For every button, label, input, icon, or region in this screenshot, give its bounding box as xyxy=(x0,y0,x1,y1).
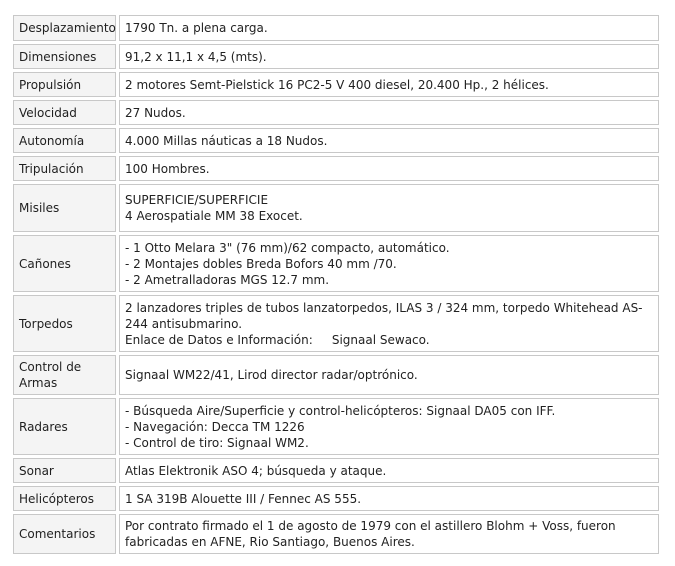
row-label: Cañones xyxy=(13,235,116,292)
table-row: Misiles SUPERFICIE/SUPERFICIE 4 Aerospat… xyxy=(13,184,659,232)
value-line: 27 Nudos. xyxy=(125,105,186,120)
value-line: Por contrato firmado el 1 de agosto de 1… xyxy=(125,519,620,549)
row-label: Radares xyxy=(13,398,116,455)
row-value: - Búsqueda Aire/Superficie y control-hel… xyxy=(119,398,659,455)
row-value: 4.000 Millas náuticas a 18 Nudos. xyxy=(119,128,659,153)
table-row: Desplazamiento 1790 Tn. a plena carga. xyxy=(13,15,659,41)
row-value: 2 motores Semt-Pielstick 16 PC2-5 V 400 … xyxy=(119,72,659,97)
row-label: Comentarios xyxy=(13,514,116,554)
row-value: Por contrato firmado el 1 de agosto de 1… xyxy=(119,514,659,554)
value-line: Signaal WM22/41, Lirod director radar/op… xyxy=(125,368,418,382)
row-value: 1 SA 319B Alouette III / Fennec AS 555. xyxy=(119,486,659,511)
row-label: Control de Armas xyxy=(13,355,116,395)
table-row: Helicópteros 1 SA 319B Alouette III / Fe… xyxy=(13,486,659,511)
row-value: 27 Nudos. xyxy=(119,100,659,125)
row-value: 2 lanzadores triples de tubos lanzatorpe… xyxy=(119,295,659,352)
row-value: - 1 Otto Melara 3" (76 mm)/62 compacto, … xyxy=(119,235,659,292)
value-line: 91,2 x 11,1 x 4,5 (mts). xyxy=(125,49,267,64)
row-label: Sonar xyxy=(13,458,116,483)
row-label: Helicópteros xyxy=(13,486,116,511)
row-value: 100 Hombres. xyxy=(119,156,659,181)
row-label: Propulsión xyxy=(13,72,116,97)
table-row: Tripulación 100 Hombres. xyxy=(13,156,659,181)
row-label: Desplazamiento xyxy=(13,15,116,41)
value-line: SUPERFICIE/SUPERFICIE xyxy=(125,193,269,207)
row-label: Dimensiones xyxy=(13,44,116,69)
row-label: Velocidad xyxy=(13,100,116,125)
value-line: 1790 Tn. a plena carga. xyxy=(125,21,268,35)
row-value: 1790 Tn. a plena carga. xyxy=(119,15,659,41)
row-value: Signaal WM22/41, Lirod director radar/op… xyxy=(119,355,659,395)
value-line: - Navegación: Decca TM 1226 xyxy=(125,419,305,434)
table-row: Torpedos 2 lanzadores triples de tubos l… xyxy=(13,295,659,352)
table-row: Control de Armas Signaal WM22/41, Lirod … xyxy=(13,355,659,395)
row-label: Tripulación xyxy=(13,156,116,181)
value-line: Enlace de Datos e Información: Signaal S… xyxy=(125,332,430,347)
value-line: - 2 Ametralladoras MGS 12.7 mm. xyxy=(125,272,330,287)
value-line: - 1 Otto Melara 3" (76 mm)/62 compacto, … xyxy=(125,240,450,255)
table-row: Comentarios Por contrato firmado el 1 de… xyxy=(13,514,659,554)
table-row: Sonar Atlas Elektronik ASO 4; búsqueda y… xyxy=(13,458,659,483)
table-row: Dimensiones 91,2 x 11,1 x 4,5 (mts). xyxy=(13,44,659,69)
row-value: Atlas Elektronik ASO 4; búsqueda y ataqu… xyxy=(119,458,659,483)
value-line: 100 Hombres. xyxy=(125,161,210,176)
table-row: Propulsión 2 motores Semt-Pielstick 16 P… xyxy=(13,72,659,97)
table-row: Radares - Búsqueda Aire/Superficie y con… xyxy=(13,398,659,455)
value-line: 4 Aerospatiale MM 38 Exocet. xyxy=(125,209,303,223)
value-line: 2 lanzadores triples de tubos lanzatorpe… xyxy=(125,300,643,331)
value-line: 2 motores Semt-Pielstick 16 PC2-5 V 400 … xyxy=(125,77,549,92)
row-value: SUPERFICIE/SUPERFICIE 4 Aerospatiale MM … xyxy=(119,184,659,232)
value-line: 1 SA 319B Alouette III / Fennec AS 555. xyxy=(125,491,362,506)
value-line: Atlas Elektronik ASO 4; búsqueda y ataqu… xyxy=(125,463,387,478)
row-label: Misiles xyxy=(13,184,116,232)
row-label: Torpedos xyxy=(13,295,116,352)
value-line: - Búsqueda Aire/Superficie y control-hel… xyxy=(125,403,556,418)
row-value: 91,2 x 11,1 x 4,5 (mts). xyxy=(119,44,659,69)
table-row: Autonomía 4.000 Millas náuticas a 18 Nud… xyxy=(13,128,659,153)
value-line: - Control de tiro: Signaal WM2. xyxy=(125,435,309,450)
row-label: Autonomía xyxy=(13,128,116,153)
ship-specs-table: Desplazamiento 1790 Tn. a plena carga. D… xyxy=(10,12,662,557)
value-line: 4.000 Millas náuticas a 18 Nudos. xyxy=(125,133,328,148)
value-line: - 2 Montajes dobles Breda Bofors 40 mm /… xyxy=(125,256,397,271)
table-row: Velocidad 27 Nudos. xyxy=(13,100,659,125)
table-row: Cañones - 1 Otto Melara 3" (76 mm)/62 co… xyxy=(13,235,659,292)
